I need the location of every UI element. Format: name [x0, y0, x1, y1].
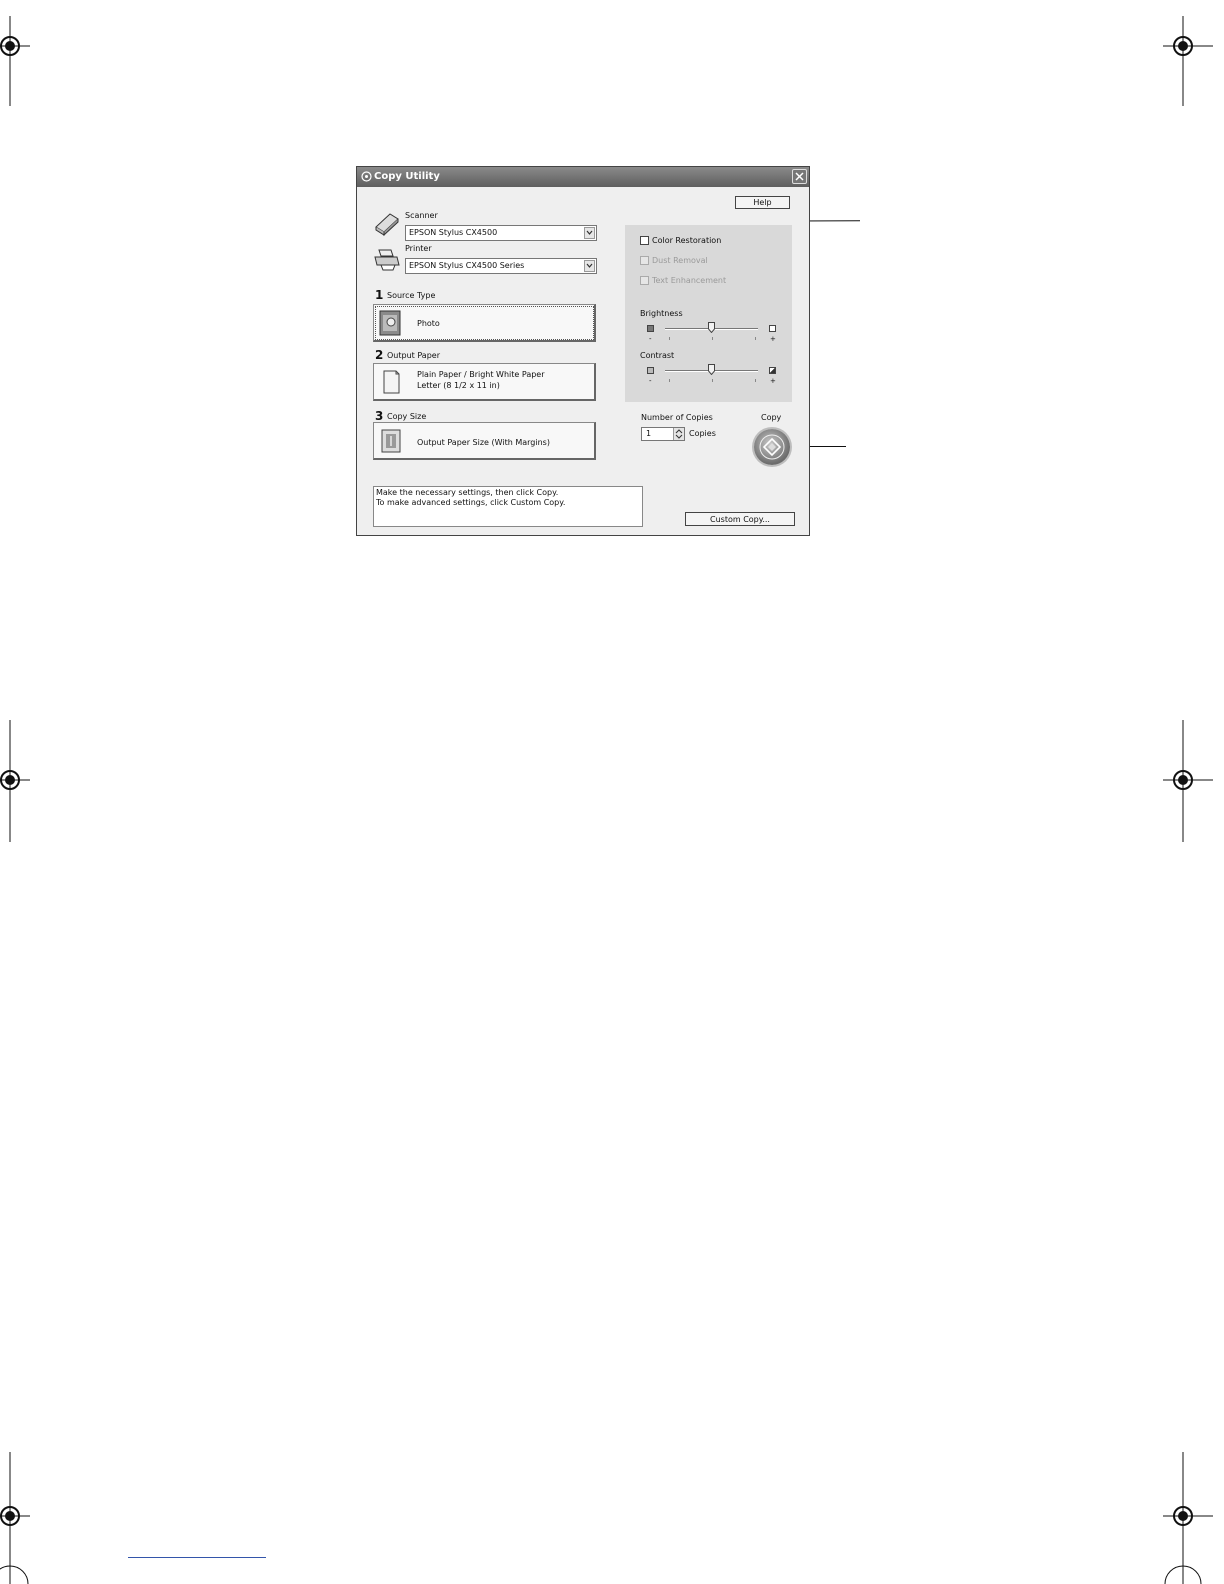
- printer-select[interactable]: EPSON Stylus CX4500 Series: [405, 258, 597, 274]
- contrast-tick: [755, 379, 756, 382]
- text-enhancement-label: Text Enhancement: [652, 276, 727, 285]
- brightness-tick: [755, 337, 756, 340]
- contrast-tick: [669, 379, 670, 382]
- instruction-message: Make the necessary settings, then click …: [373, 486, 643, 527]
- registration-mark-top-left: [0, 16, 30, 106]
- brightness-dark-icon: [647, 325, 654, 332]
- contrast-slider-thumb[interactable]: [708, 364, 715, 375]
- contrast-high-icon: [769, 367, 776, 374]
- output-paper-line-2: Letter (8 1/2 x 11 in): [417, 381, 500, 390]
- copy-utility-window: Copy Utility Help Scanner EPSON Stylus C…: [356, 166, 810, 536]
- brightness-minus: -: [649, 335, 652, 343]
- copy-button[interactable]: [754, 429, 790, 465]
- step-2-number: 2: [375, 348, 384, 362]
- text-enhancement-checkbox[interactable]: [640, 276, 649, 285]
- help-button[interactable]: Help: [735, 196, 790, 209]
- contrast-low-icon: [647, 367, 654, 374]
- number-of-copies-label: Number of Copies: [641, 413, 713, 422]
- chevron-down-icon: [584, 260, 595, 272]
- copy-size-value: Output Paper Size (With Margins): [417, 438, 550, 447]
- instruction-line-1: Make the necessary settings, then click …: [376, 488, 559, 497]
- step-1-number: 1: [375, 288, 384, 302]
- contrast-tick: [712, 379, 713, 382]
- step-1-label: Source Type: [387, 291, 436, 300]
- copy-size-button[interactable]: Output Paper Size (With Margins): [373, 422, 596, 460]
- source-type-button[interactable]: Photo: [373, 304, 596, 342]
- scanner-value: EPSON Stylus CX4500: [409, 228, 498, 237]
- instruction-line-2: To make advanced settings, click Custom …: [376, 498, 566, 507]
- printer-label: Printer: [405, 244, 432, 253]
- chevron-down-icon: [584, 227, 595, 239]
- contrast-plus: +: [770, 377, 776, 385]
- close-icon: [795, 172, 804, 181]
- close-button[interactable]: [792, 169, 807, 184]
- copies-value: 1: [646, 429, 652, 438]
- brightness-label: Brightness: [640, 309, 683, 318]
- step-2-label: Output Paper: [387, 351, 440, 360]
- source-type-value: Photo: [417, 319, 440, 328]
- start-diamond-icon: [759, 434, 785, 460]
- color-restoration-label[interactable]: Color Restoration: [652, 236, 721, 246]
- registration-mark-bottom-left: [0, 1452, 30, 1584]
- registration-mark-bottom-right: [1163, 1452, 1213, 1584]
- paper-icon: [383, 370, 400, 394]
- output-paper-button[interactable]: Plain Paper / Bright White Paper Letter …: [373, 363, 596, 401]
- brightness-tick: [712, 337, 713, 340]
- bottom-rule: [128, 1557, 266, 1558]
- dust-removal-label: Dust Removal: [652, 256, 708, 265]
- step-3-label: Copy Size: [387, 412, 427, 421]
- scanner-label: Scanner: [405, 211, 438, 220]
- contrast-label: Contrast: [640, 351, 675, 360]
- photo-icon: [379, 310, 401, 336]
- copies-unit: Copies: [689, 429, 716, 438]
- options-panel: Color Restoration Dust Removal Text Enha…: [625, 225, 792, 402]
- title-bar[interactable]: Copy Utility: [357, 167, 809, 187]
- brightness-slider-thumb[interactable]: [708, 322, 715, 333]
- printer-value: EPSON Stylus CX4500 Series: [409, 261, 525, 270]
- brightness-plus: +: [770, 335, 776, 343]
- copy-size-icon: [381, 429, 401, 453]
- copies-spinner[interactable]: 1: [641, 427, 685, 441]
- scanner-select[interactable]: EPSON Stylus CX4500: [405, 225, 597, 241]
- scanner-icon: [375, 213, 399, 237]
- copy-button-label: Copy: [761, 413, 782, 422]
- custom-copy-button[interactable]: Custom Copy...: [685, 512, 795, 526]
- registration-mark-mid-left: [0, 720, 30, 842]
- color-restoration-checkbox[interactable]: [640, 236, 649, 245]
- contrast-minus: -: [649, 377, 652, 385]
- dust-removal-checkbox[interactable]: [640, 256, 649, 265]
- output-paper-line-1: Plain Paper / Bright White Paper: [417, 370, 545, 379]
- registration-mark-top-right: [1163, 16, 1213, 106]
- printer-icon: [374, 249, 400, 271]
- spinner-arrows-icon[interactable]: [673, 428, 684, 440]
- brightness-tick: [669, 337, 670, 340]
- brightness-light-icon: [769, 325, 776, 332]
- step-3-number: 3: [375, 409, 384, 423]
- registration-mark-mid-right: [1163, 720, 1213, 842]
- window-title: Copy Utility: [374, 171, 440, 182]
- app-icon: [361, 171, 372, 182]
